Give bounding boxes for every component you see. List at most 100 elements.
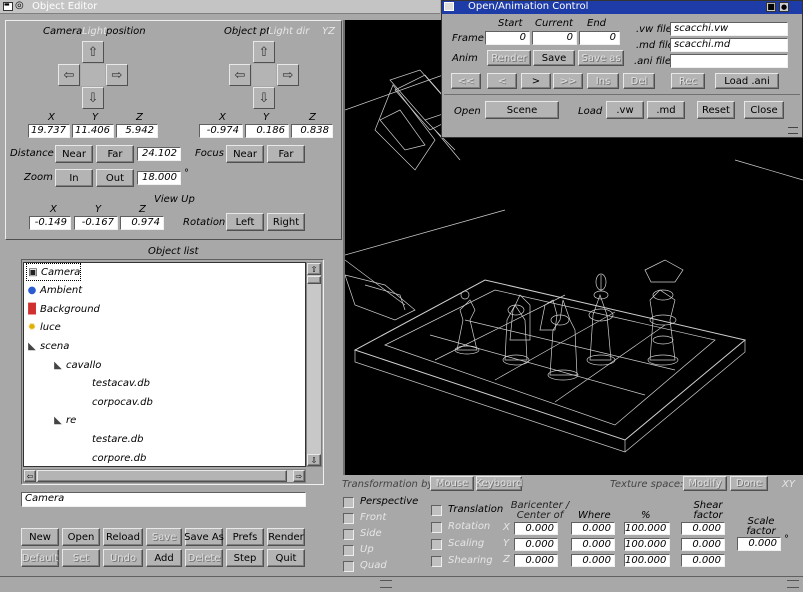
modify-button[interactable]: Modify: [683, 476, 727, 491]
distance-far-button[interactable]: Far: [96, 145, 134, 163]
save-as-anim-button[interactable]: Save as: [578, 50, 624, 66]
where-z-field[interactable]: 0.000: [571, 554, 615, 567]
pct-z-field[interactable]: 100.000: [624, 554, 670, 567]
pin-icon[interactable]: ◎: [15, 0, 24, 11]
next-frame-button[interactable]: >: [521, 73, 551, 89]
md-file-field[interactable]: scacchi.md: [670, 38, 788, 52]
zoom-in-button[interactable]: In: [55, 169, 93, 187]
anim-titlebar[interactable]: Open/Animation Control ■ ●: [442, 1, 802, 14]
object-z-field[interactable]: 0.838: [291, 124, 333, 138]
object-y-field[interactable]: 0.186: [245, 124, 289, 138]
close-window-icon[interactable]: ●: [779, 2, 789, 12]
resize-grip-left[interactable]: [380, 580, 392, 588]
camera-up-button[interactable]: ⇧: [82, 41, 104, 63]
save-as-button[interactable]: Save As: [184, 528, 224, 546]
window-menu-icon[interactable]: ▬: [3, 2, 13, 11]
set-button[interactable]: Set: [62, 549, 100, 567]
viewup-x-field[interactable]: -0.149: [29, 216, 71, 230]
bary-x-field[interactable]: 0.000: [514, 522, 558, 535]
shear-x-field[interactable]: 0.000: [681, 522, 725, 535]
where-y-field[interactable]: 0.000: [571, 538, 615, 551]
list-item[interactable]: ◣ re: [52, 412, 76, 430]
render-anim-button[interactable]: Render: [487, 50, 531, 66]
object-left-button[interactable]: ⇦: [229, 64, 251, 86]
list-item[interactable]: ◣ cavallo: [52, 356, 101, 374]
rotate-right-button[interactable]: Right: [267, 213, 305, 231]
distance-field[interactable]: 24.102: [137, 147, 181, 161]
object-x-field[interactable]: -0.974: [199, 124, 243, 138]
object-list[interactable]: ▣ Camera ● Ambient █ Background ✹ luce ◣ scena ◣ ca…: [23, 262, 306, 467]
camera-z-field[interactable]: 5.942: [116, 124, 158, 138]
scroll-left-button[interactable]: ⇦: [24, 470, 36, 482]
shear-z-field[interactable]: 0.000: [681, 554, 725, 567]
rec-button[interactable]: Rec: [671, 73, 705, 89]
add-button[interactable]: Add: [146, 549, 182, 567]
translation-checkbox[interactable]: [431, 505, 442, 516]
shearing-checkbox[interactable]: [431, 556, 442, 567]
rotate-left-button[interactable]: Left: [226, 213, 264, 231]
list-item[interactable]: testacav.db: [78, 375, 150, 393]
resize-grip-right[interactable]: [787, 580, 799, 588]
object-up-button[interactable]: ⇧: [253, 41, 275, 63]
delete-button[interactable]: Delete: [185, 549, 223, 567]
last-frame-button[interactable]: >>: [553, 73, 583, 89]
object-right-button[interactable]: ⇨: [277, 64, 299, 86]
scroll-thumb[interactable]: [307, 276, 321, 284]
save-anim-button[interactable]: Save: [533, 50, 575, 66]
list-item[interactable]: ▣ Camera: [26, 263, 82, 281]
reset-button[interactable]: Reset: [697, 101, 735, 119]
scaling-checkbox[interactable]: [431, 539, 442, 550]
list-item[interactable]: corpore.db: [78, 449, 146, 466]
scroll-hthumb[interactable]: [37, 470, 287, 482]
object-editor-titlebar[interactable]: ▬ ◎ Object Editor: [0, 0, 440, 14]
ani-file-field[interactable]: [670, 54, 788, 68]
first-frame-button[interactable]: <<: [451, 73, 481, 89]
anim-menu-icon[interactable]: [444, 2, 454, 11]
minimize-icon[interactable]: ■: [766, 2, 776, 12]
viewup-z-field[interactable]: 0.974: [120, 216, 164, 230]
scene-button[interactable]: Scene: [485, 101, 559, 119]
open-button[interactable]: Open: [62, 528, 100, 546]
end-field[interactable]: 0: [579, 31, 620, 45]
bary-z-field[interactable]: 0.000: [514, 554, 558, 567]
scale-factor-field[interactable]: 0.000: [737, 537, 781, 551]
start-field[interactable]: 0: [485, 31, 530, 45]
view-side-checkbox[interactable]: [343, 529, 354, 540]
camera-left-button[interactable]: ⇦: [58, 64, 80, 86]
view-front-checkbox[interactable]: [343, 513, 354, 524]
camera-y-field[interactable]: 11.406: [72, 124, 114, 138]
scroll-right-button[interactable]: ⇨: [293, 470, 305, 482]
focus-near-button[interactable]: Near: [226, 145, 264, 163]
new-button[interactable]: New: [21, 528, 59, 546]
load-vw-button[interactable]: .vw: [606, 101, 644, 119]
camera-x-field[interactable]: 19.737: [28, 124, 70, 138]
distance-near-button[interactable]: Near: [55, 145, 93, 163]
quit-button[interactable]: Quit: [267, 549, 305, 567]
view-quad-checkbox[interactable]: [343, 561, 354, 572]
scroll-down-button[interactable]: ⇩: [307, 454, 321, 466]
step-button[interactable]: Step: [226, 549, 264, 567]
viewup-y-field[interactable]: -0.167: [74, 216, 118, 230]
prev-frame-button[interactable]: <: [487, 73, 517, 89]
zoom-field[interactable]: 18.000: [137, 171, 181, 185]
list-item[interactable]: corpocav.db: [78, 393, 153, 411]
object-list-vscrollbar[interactable]: [306, 262, 322, 467]
list-item[interactable]: █ Background: [26, 300, 100, 318]
load-ani-button[interactable]: Load .ani: [715, 73, 779, 89]
prefs-button[interactable]: Prefs: [226, 528, 264, 546]
save-button[interactable]: Save: [146, 528, 182, 546]
list-item[interactable]: ● Ambient: [26, 282, 83, 300]
reload-button[interactable]: Reload: [103, 528, 143, 546]
view-up-checkbox[interactable]: [343, 545, 354, 556]
camera-right-button[interactable]: ⇨: [106, 64, 128, 86]
selected-object-field[interactable]: Camera: [21, 492, 306, 507]
render-button[interactable]: Render: [267, 528, 305, 546]
undo-button[interactable]: Undo: [103, 549, 143, 567]
scroll-up-button[interactable]: ⇧: [307, 263, 321, 275]
current-field[interactable]: 0: [532, 31, 577, 45]
pct-y-field[interactable]: 100.000: [624, 538, 670, 551]
camera-down-button[interactable]: ⇩: [82, 87, 104, 109]
view-perspective-checkbox[interactable]: [343, 497, 354, 508]
close-button[interactable]: Close: [744, 101, 784, 119]
pct-x-field[interactable]: 100.000: [624, 522, 670, 535]
